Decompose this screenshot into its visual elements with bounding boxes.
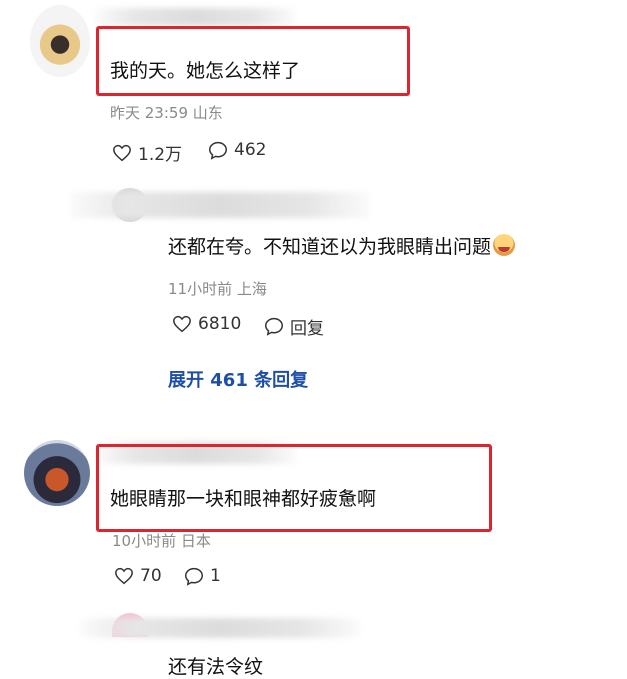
comment-meta: 昨天 23:59 山东 <box>110 104 223 122</box>
reply-button[interactable]: 462 <box>208 140 266 160</box>
like-count: 6810 <box>198 314 242 334</box>
like-button[interactable]: 70 <box>114 566 162 586</box>
comment-meta: 11小时前 上海 <box>168 280 267 298</box>
expand-replies-link[interactable]: 展开 461 条回复 <box>168 366 308 392</box>
like-button[interactable]: 6810 <box>172 314 241 334</box>
like-count: 70 <box>140 566 162 586</box>
comment-text: 还有法令纹 <box>168 656 264 678</box>
avatar[interactable] <box>24 440 90 506</box>
reply-count: 462 <box>234 140 267 160</box>
comment-text: 还都在夸。不知道还以为我眼睛出问题 <box>168 232 516 259</box>
blurred-username <box>80 618 360 638</box>
reply-button[interactable]: 1 <box>184 566 221 586</box>
blurred-username <box>95 8 295 26</box>
blurred-username <box>70 192 370 218</box>
heart-icon <box>172 315 192 333</box>
comment-meta: 10小时前 日本 <box>112 532 211 550</box>
crying-face-emoji <box>493 234 516 256</box>
reply-button[interactable]: 回复 <box>264 314 324 339</box>
comment-text: 她眼睛那一块和眼神都好疲惫啊 <box>110 488 377 510</box>
comment-text: 我的天。她怎么这样了 <box>110 60 301 82</box>
like-button[interactable]: 1.2万 <box>112 140 182 165</box>
comment-bubble-icon <box>264 317 284 336</box>
heart-icon <box>114 567 134 585</box>
reply-label: 回复 <box>290 319 324 339</box>
heart-icon <box>112 144 132 162</box>
comment-bubble-icon <box>208 141 228 160</box>
avatar[interactable] <box>30 5 90 77</box>
reply-count: 1 <box>210 566 221 586</box>
comment-bubble-icon <box>184 567 204 586</box>
like-count: 1.2万 <box>138 145 183 165</box>
